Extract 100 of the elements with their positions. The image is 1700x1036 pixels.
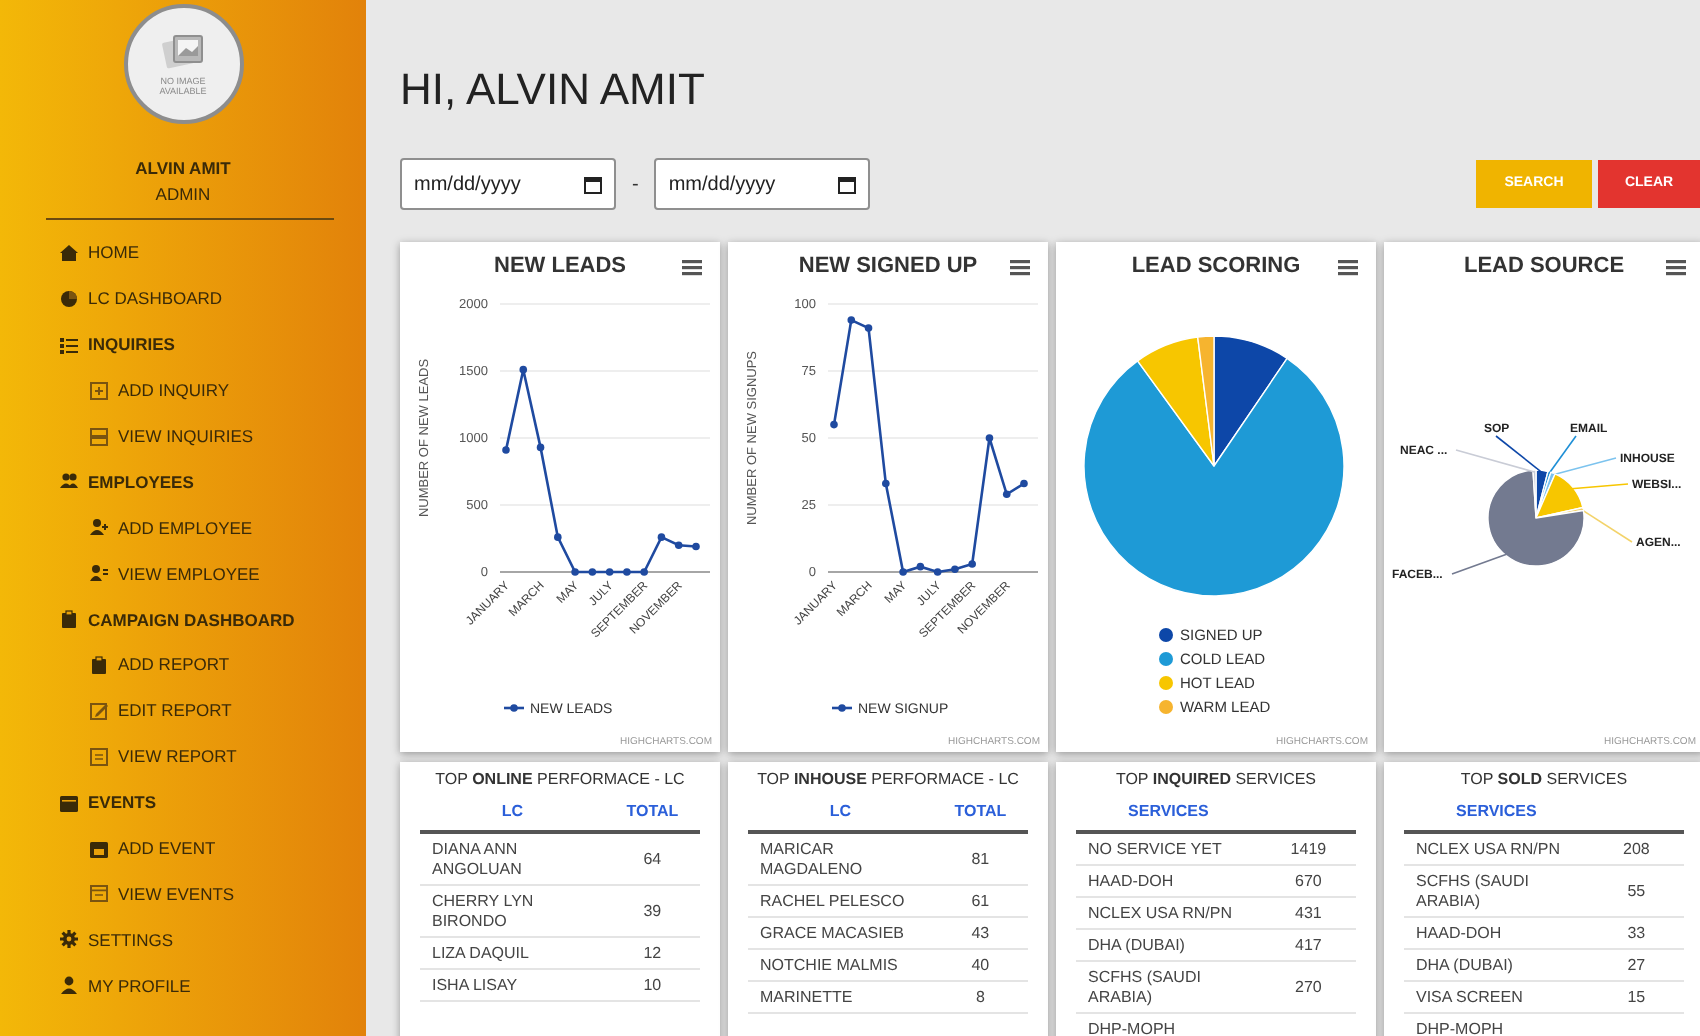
table-cell: NOTCHIE MALMIS xyxy=(760,955,898,973)
people-icon xyxy=(60,472,78,491)
legend-marker-icon xyxy=(504,704,524,712)
table-cell: DHA (DUBAI) xyxy=(1088,935,1185,953)
table-cell: DHA (DUBAI) xyxy=(1416,955,1513,973)
table-cell: HAAD-DOH xyxy=(1416,923,1502,941)
chart-title: LEAD SOURCE xyxy=(1463,254,1625,278)
table-cell: MARICAR MAGDALENO xyxy=(760,839,863,877)
data-point xyxy=(519,365,528,374)
data-point xyxy=(830,420,838,429)
data-point xyxy=(554,533,562,541)
nav-link[interactable]: ADD EVENT xyxy=(90,838,216,859)
plus-square-icon xyxy=(90,381,108,400)
leader-line xyxy=(1451,553,1509,575)
table-cell: GRACE MACASIEB xyxy=(760,923,905,941)
table-cell: 61 xyxy=(971,891,990,909)
legend-marker-icon xyxy=(832,704,852,712)
data-point xyxy=(502,446,510,454)
calendar-icon xyxy=(60,793,78,812)
leader-line xyxy=(1580,508,1633,543)
table-cell: 431 xyxy=(1295,903,1322,921)
data-point xyxy=(536,443,545,452)
table-cell: 33 xyxy=(1627,923,1646,941)
data-point xyxy=(588,568,597,576)
table-cell: SCFHS (SAUDI ARABIA) xyxy=(1088,967,1201,1005)
menu-icon[interactable] xyxy=(682,260,702,276)
nav-link[interactable]: ADD EMPLOYEE xyxy=(90,517,253,538)
column-header: LC xyxy=(501,802,524,820)
column-header: SERVICES xyxy=(1128,802,1209,820)
gear-icon xyxy=(60,930,78,949)
calendar-icon xyxy=(90,839,108,858)
image-icon xyxy=(161,32,205,72)
page-title: HI, ALVIN AMIT xyxy=(400,62,705,118)
legend-marker-icon xyxy=(1159,628,1173,642)
nav-link[interactable]: INQUIRIES xyxy=(60,334,175,355)
nav-link[interactable]: CAMPAIGN DASHBOARD xyxy=(60,609,295,630)
table-cell: 15 xyxy=(1627,987,1646,1005)
nav-link[interactable]: VIEW EVENTS xyxy=(90,883,235,904)
column-header: TOTAL xyxy=(626,802,679,820)
data-point xyxy=(951,565,959,574)
nav-link[interactable]: ADD REPORT xyxy=(90,654,230,675)
nav-link[interactable]: ADD INQUIRY xyxy=(90,380,230,401)
table-cell: SCFHS (SAUDI ARABIA) xyxy=(1416,871,1529,909)
data-point xyxy=(916,562,925,571)
table-cell: 417 xyxy=(1295,935,1322,953)
nav-link[interactable]: EVENTS xyxy=(60,792,157,813)
nav-link[interactable]: VIEW INQUIRIES xyxy=(90,426,254,446)
data-point xyxy=(657,533,666,541)
nav-link[interactable]: VIEW REPORT xyxy=(90,746,237,767)
nav-link[interactable]: EMPLOYEES xyxy=(60,471,194,492)
menu-icon[interactable] xyxy=(1010,260,1030,276)
data-point xyxy=(640,568,648,576)
column-header: TOTAL xyxy=(954,802,1007,820)
home-icon xyxy=(60,243,78,262)
table-cell: DHP-MOPH xyxy=(1416,1019,1504,1036)
column-header: SERVICES xyxy=(1456,802,1537,820)
user-name: ALVIN AMIT xyxy=(135,158,231,178)
list-icon xyxy=(60,335,78,354)
card-title: TOP ONLINE PERFORMACE - LC xyxy=(435,770,685,788)
table-cell: 10 xyxy=(643,975,662,993)
nav-link[interactable]: VIEW EMPLOYEE xyxy=(90,563,260,584)
leader-line xyxy=(1570,483,1629,490)
table-cell: LIZA DAQUIL xyxy=(432,943,529,961)
data-point xyxy=(571,568,579,576)
data-point xyxy=(985,434,994,442)
table-cell: RACHEL PELESCO xyxy=(760,891,905,909)
nav-link[interactable]: LC DASHBOARD xyxy=(60,288,223,309)
data-point xyxy=(1020,479,1028,488)
pie-chart-icon xyxy=(60,289,78,308)
menu-icon[interactable] xyxy=(1666,260,1686,276)
nav-link[interactable]: HOME xyxy=(60,242,139,263)
date-field[interactable]: mm/dd/yyyy xyxy=(400,158,616,210)
data-point xyxy=(933,568,942,576)
legend-marker-icon xyxy=(1159,676,1173,690)
table-cell: 64 xyxy=(643,849,662,867)
clipboard-icon xyxy=(60,610,78,629)
menu-icon[interactable] xyxy=(1338,260,1358,276)
person-list-icon xyxy=(90,564,108,583)
table-cell: CHERRY LYN BIRONDO xyxy=(432,891,534,929)
date-field[interactable]: mm/dd/yyyy xyxy=(654,158,871,210)
data-point xyxy=(847,316,856,324)
table-cell: 8 xyxy=(975,987,985,1005)
chart-title: NEW LEADS xyxy=(494,254,626,278)
table-cell: NCLEX USA RN/PN xyxy=(1088,903,1233,921)
calendar-icon xyxy=(584,175,602,193)
card-title: TOP INHOUSE PERFORMACE - LC xyxy=(757,770,1019,788)
table-cell: 39 xyxy=(643,901,662,919)
nav-link[interactable]: EDIT REPORT xyxy=(90,700,232,721)
table-cell: HAAD-DOH xyxy=(1088,871,1174,889)
data-point xyxy=(968,560,976,568)
calendar-icon xyxy=(90,884,108,903)
data-point xyxy=(1002,490,1011,499)
legend-marker-icon xyxy=(1159,700,1173,714)
table-cell: DIANA ANN ANGOLUAN xyxy=(432,839,522,877)
data-point xyxy=(605,568,614,576)
person-add-icon xyxy=(90,518,108,537)
card-title: TOP INQUIRED SERVICES xyxy=(1115,770,1317,788)
table-cell: 670 xyxy=(1295,871,1322,889)
nav-link[interactable]: MY PROFILE xyxy=(60,975,191,996)
nav-link[interactable]: SETTINGS xyxy=(60,929,174,950)
